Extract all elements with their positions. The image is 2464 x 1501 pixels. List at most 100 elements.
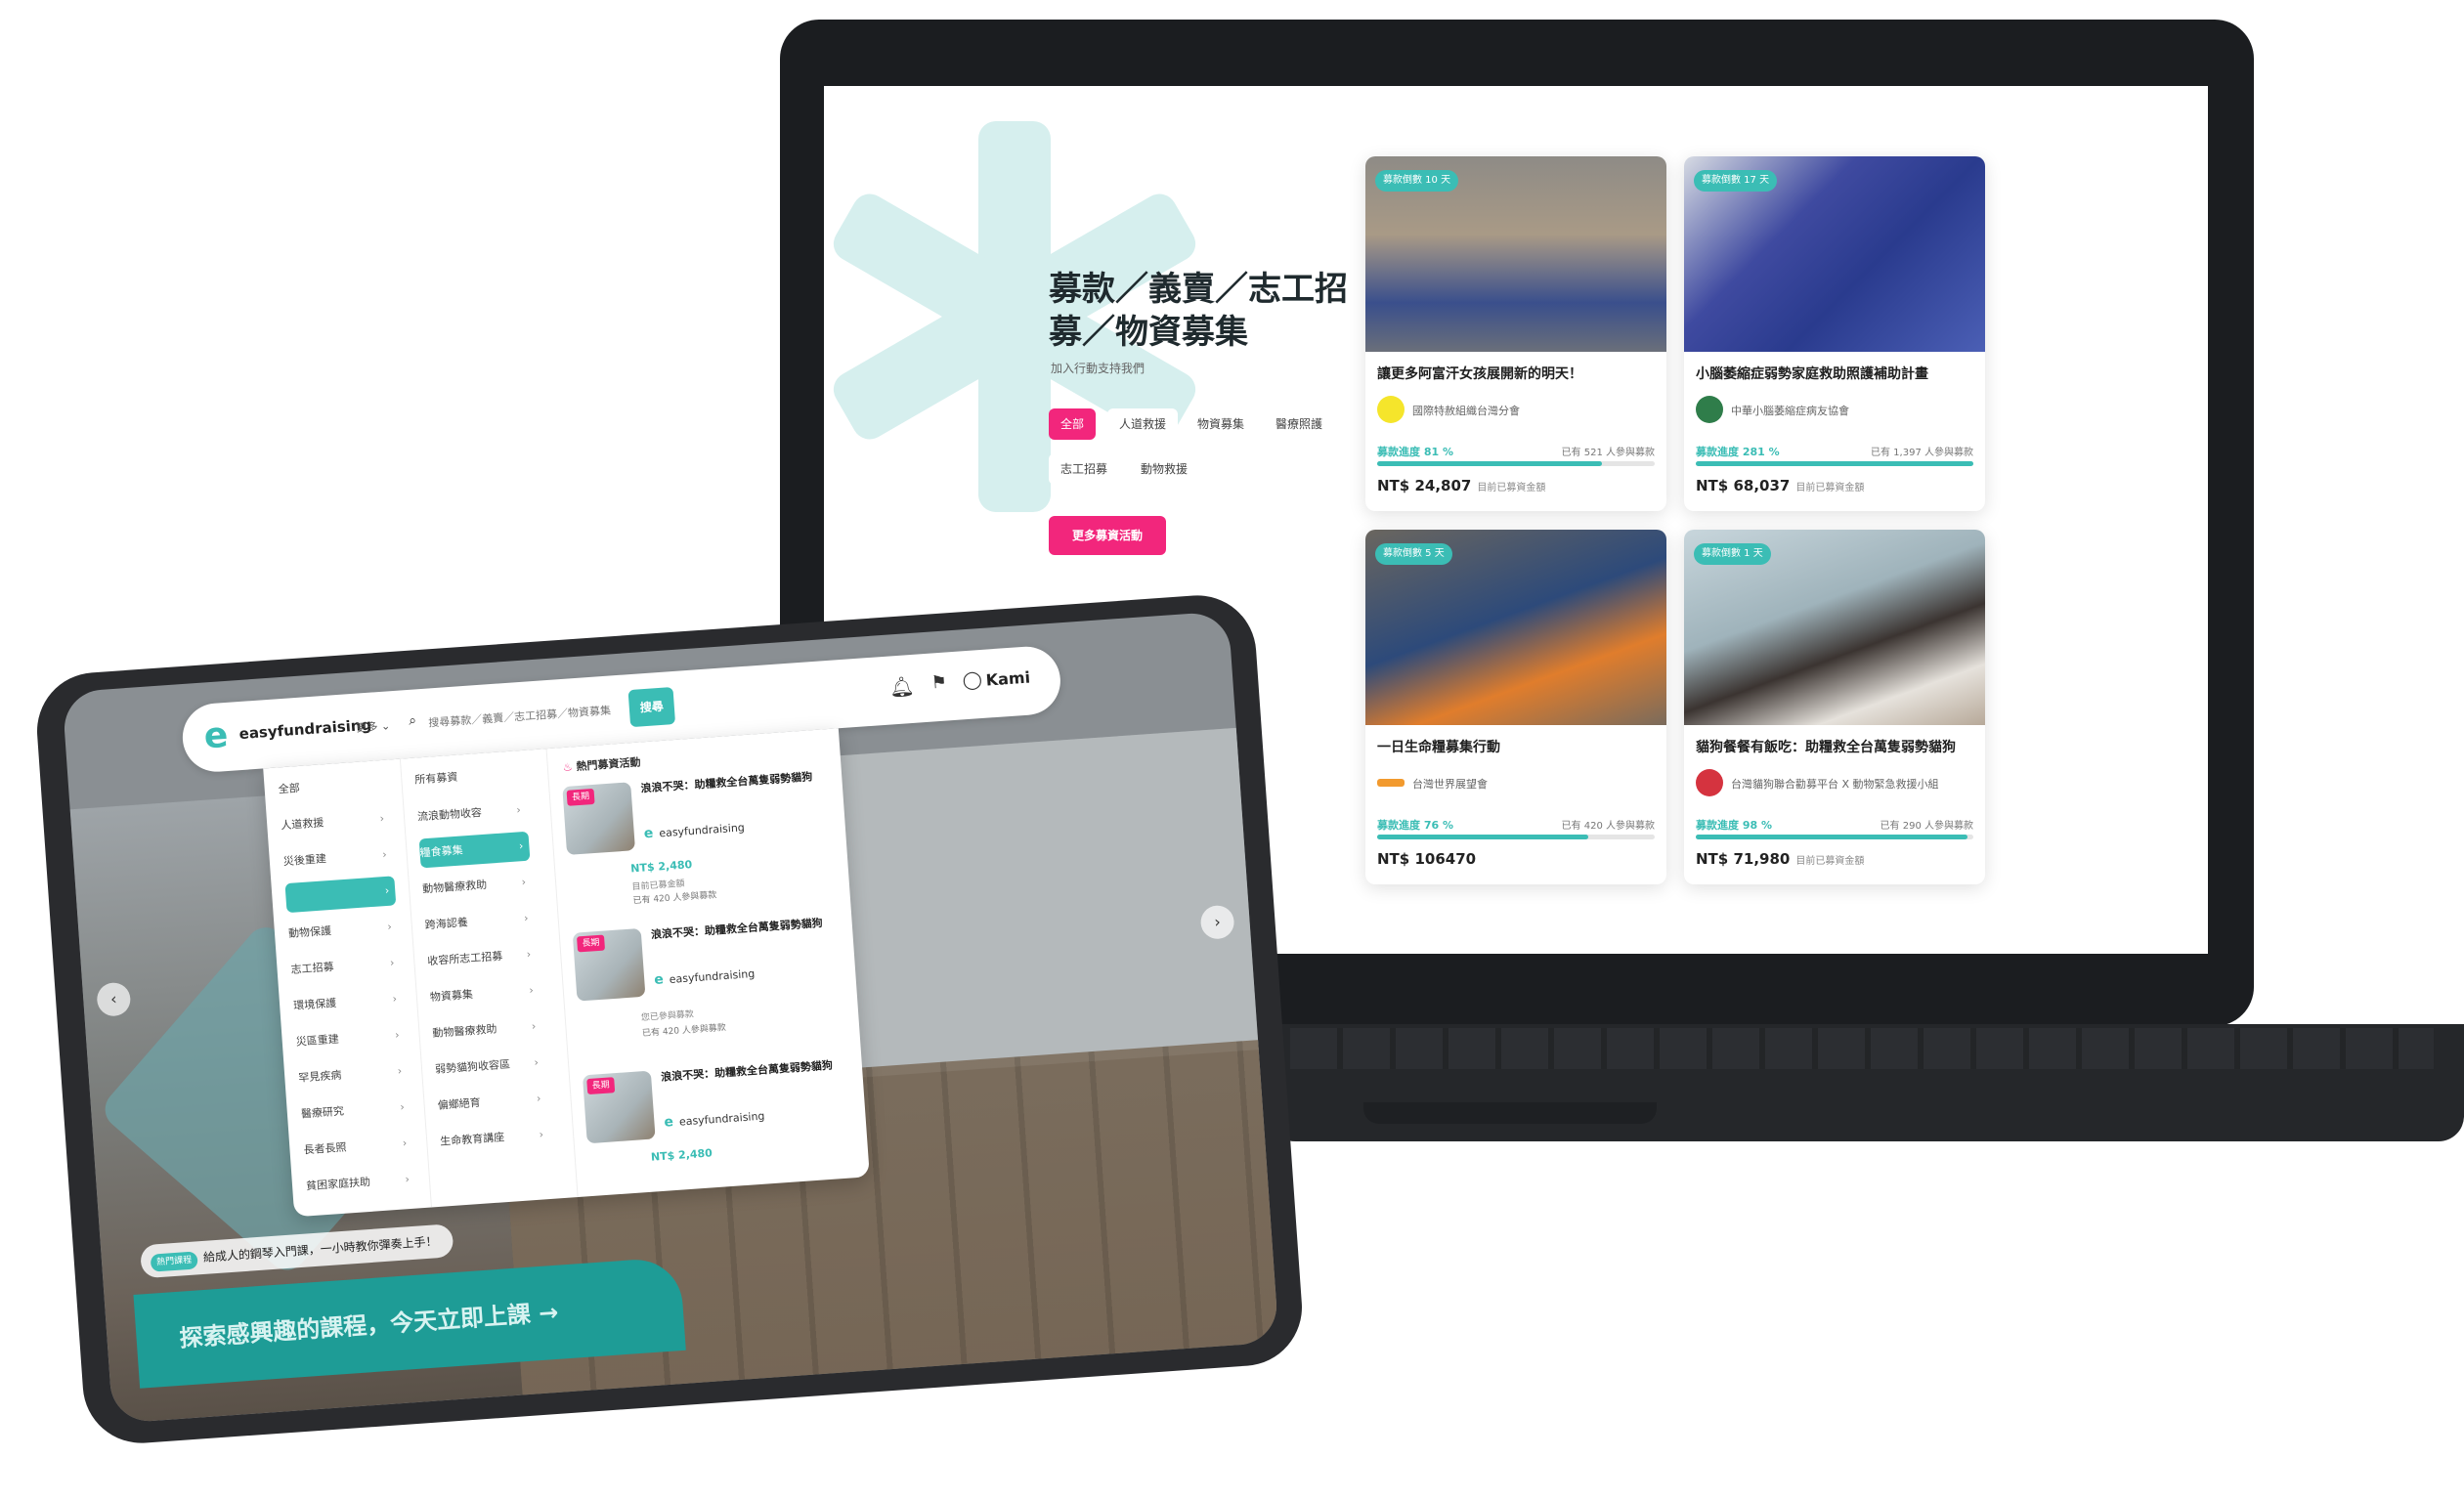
progress-label: 募款進度 281 % — [1696, 446, 1780, 458]
participant-count: 已有 1,397 人參與募款 — [1871, 448, 1973, 458]
subcategory-item[interactable]: 收容所志工招募 › — [426, 939, 538, 976]
category-item[interactable]: 災後重建 › — [282, 839, 394, 877]
org-name: 中華小腦萎縮症病友協會 — [1731, 405, 1849, 417]
campaign-amount: NT$ 2,480 — [650, 1146, 713, 1164]
org-name: 國際特赦組織台灣分會 — [1412, 405, 1520, 417]
chip-supplies[interactable]: 物資募集 — [1186, 408, 1257, 440]
user-name[interactable]: Kami — [985, 668, 1031, 690]
org-logo — [1377, 396, 1405, 423]
chevron-right-icon: › — [521, 876, 527, 889]
hero-subtitle: 加入行動支持我們 — [1051, 362, 1146, 375]
campaign-card[interactable]: 募款倒數 10 天 讓更多阿富汗女孩展開新的明天！ 國際特赦組織台灣分會 募款進… — [1365, 156, 1666, 511]
amount: NT$ 68,037 目前已募資金額 — [1696, 477, 1865, 494]
laptop-trackpad-edge — [1363, 1102, 1657, 1124]
chevron-right-icon: › — [534, 1055, 540, 1069]
search-icon: ⌕ — [408, 712, 417, 729]
hot-campaign-card[interactable]: 長期 浪浪不哭：助糧救全台萬隻弱勢貓狗 e easyfundraising NT$… — [582, 1056, 858, 1222]
campaign-thumbnail: 長期 — [582, 1070, 656, 1144]
subcategory-item[interactable]: 生命教育講座 › — [439, 1120, 550, 1157]
tip-text: 給成人的鋼琴入門課，一小時教你彈奏上手！ — [202, 1234, 438, 1265]
campaign-thumbnail: 長期 — [562, 782, 635, 855]
category-item[interactable]: 醫療研究 › — [300, 1093, 411, 1130]
campaign-title: 小腦萎縮症弱勢家庭救助照護補助計畫 — [1696, 366, 1928, 382]
subcategory-item[interactable]: 糧食募集 › — [418, 831, 531, 869]
category-item[interactable]: 全部 — [278, 768, 389, 805]
logo-icon[interactable]: e — [202, 715, 229, 757]
hot-campaign-card[interactable]: 長期 浪浪不哭：助糧救全台萬隻弱勢貓狗 e easyfundraising 您已參… — [572, 915, 848, 1080]
category-item[interactable]: 長者長照 › — [303, 1129, 414, 1166]
countdown-badge: 募款倒數 10 天 — [1375, 170, 1459, 192]
hot-campaigns-title: ♨ 熱門募資活動 — [562, 755, 641, 775]
participant-count: 已有 420 人參與募款 — [1561, 821, 1655, 832]
more-menu[interactable]: 更多 ⌄ — [356, 717, 391, 735]
campaign-org: e easyfundraising — [643, 821, 746, 842]
campaign-amount-label: 您已參與募款 — [640, 1009, 695, 1024]
bookmark-icon[interactable]: ⚑ — [930, 671, 948, 693]
chip-all[interactable]: 全部 — [1049, 408, 1097, 440]
chevron-right-icon: › — [402, 1136, 408, 1150]
tip-tag: 熱門課程 — [150, 1251, 198, 1272]
countdown-badge: 募款倒數 1 天 — [1694, 543, 1771, 565]
search-input[interactable] — [425, 698, 627, 734]
progress-fill — [1696, 461, 1973, 466]
chevron-right-icon: › — [389, 956, 395, 969]
progress-bar — [1696, 461, 1973, 466]
chevron-right-icon: › — [399, 1100, 406, 1114]
progress-label: 募款進度 81 % — [1377, 446, 1453, 458]
chevron-right-icon: › — [386, 920, 393, 933]
chevron-right-icon: › — [384, 883, 390, 898]
subcategory-item[interactable]: 流浪動物收容 › — [416, 795, 528, 833]
chevron-right-icon: › — [397, 1064, 403, 1078]
chevron-right-icon: › — [531, 1019, 537, 1033]
bell-icon[interactable]: 🔔︎ — [888, 674, 915, 700]
subcategory-item[interactable]: 跨海認養 › — [424, 904, 536, 941]
chevron-right-icon: › — [528, 983, 535, 998]
chevron-right-icon: › — [536, 1092, 541, 1105]
campaign-title: 讓更多阿富汗女孩展開新的明天！ — [1377, 366, 1582, 382]
more-campaigns-button[interactable]: 更多募資活動 — [1049, 516, 1166, 555]
campaign-org: e easyfundraising — [663, 1109, 765, 1131]
chip-volunteer[interactable]: 志工招募 — [1049, 453, 1120, 485]
subcategory-item[interactable]: 偏鄉絕育 › — [437, 1084, 548, 1121]
chevron-right-icon: › — [518, 839, 524, 853]
category-item[interactable]: 人道救援 › — [280, 804, 391, 841]
org-logo — [1696, 769, 1723, 796]
tablet-screen: ‹ › e easyfundraising 更多 ⌄ ⌕ 搜尋 🔔︎ ⚑ ◯ K… — [62, 611, 1279, 1424]
chip-animal[interactable]: 動物救援 — [1129, 453, 1200, 485]
subcategory-item[interactable]: 動物醫療救助 › — [432, 1011, 543, 1049]
campaign-amount: NT$ 2,480 — [629, 858, 693, 876]
amount: NT$ 71,980 目前已募資金額 — [1696, 850, 1865, 868]
progress-fill — [1696, 835, 1968, 839]
campaign-card[interactable]: 募款倒數 5 天 一日生命糧募集行動 台灣世界展望會 募款進度 76 % 已有 … — [1365, 530, 1666, 884]
user-icon[interactable]: ◯ — [962, 669, 983, 691]
all-campaigns-label[interactable]: 所有募資 — [413, 758, 525, 795]
category-item[interactable]: 貧困家庭扶助 › — [305, 1165, 416, 1202]
category-item[interactable]: 災區重建 › — [295, 1020, 407, 1057]
subcategory-item[interactable]: 動物醫療救助 › — [421, 868, 533, 905]
logo-text[interactable]: easyfundraising — [238, 716, 372, 743]
participant-count: 已有 290 人參與募款 — [1880, 821, 1973, 832]
countdown-badge: 募款倒數 5 天 — [1375, 543, 1452, 565]
org-name: 台灣世界展望會 — [1412, 778, 1488, 791]
category-item[interactable]: › — [284, 876, 397, 914]
long-term-tag: 長期 — [586, 1077, 616, 1095]
fire-icon: ♨ — [562, 760, 578, 775]
hero-title: 募款／義賣／志工招募／物資募集 — [1049, 270, 1348, 352]
progress-label: 募款進度 98 % — [1696, 819, 1772, 832]
campaign-card[interactable]: 募款倒數 17 天 小腦萎縮症弱勢家庭救助照護補助計畫 中華小腦萎縮症病友協會 … — [1684, 156, 1985, 511]
campaign-card[interactable]: 募款倒數 1 天 貓狗餐餐有飯吃：助糧救全台萬隻弱勢貓狗 台灣貓狗聯合勸募平台 … — [1684, 530, 1985, 884]
category-item[interactable]: 罕見疾病 › — [297, 1056, 409, 1094]
chip-humanitarian[interactable]: 人道救援 — [1107, 408, 1179, 440]
category-item[interactable]: 動物保護 › — [287, 912, 399, 949]
chip-medical[interactable]: 醫療照護 — [1264, 408, 1335, 440]
org-logo — [1696, 396, 1723, 423]
chevron-right-icon: › — [394, 1028, 401, 1042]
category-item[interactable]: 環境保護 › — [292, 984, 404, 1021]
subcategory-item[interactable]: 物資募集 › — [429, 975, 540, 1012]
hot-campaign-card[interactable]: 長期 浪浪不哭：助糧救全台萬隻弱勢貓狗 e easyfundraising NT$… — [562, 768, 838, 933]
progress-fill — [1377, 461, 1603, 466]
subcategory-item[interactable]: 弱勢貓狗收容區 › — [434, 1048, 545, 1085]
search-button[interactable]: 搜尋 — [627, 687, 676, 728]
amount: NT$ 106470 — [1377, 850, 1477, 868]
category-item[interactable]: 志工招募 › — [290, 948, 402, 985]
